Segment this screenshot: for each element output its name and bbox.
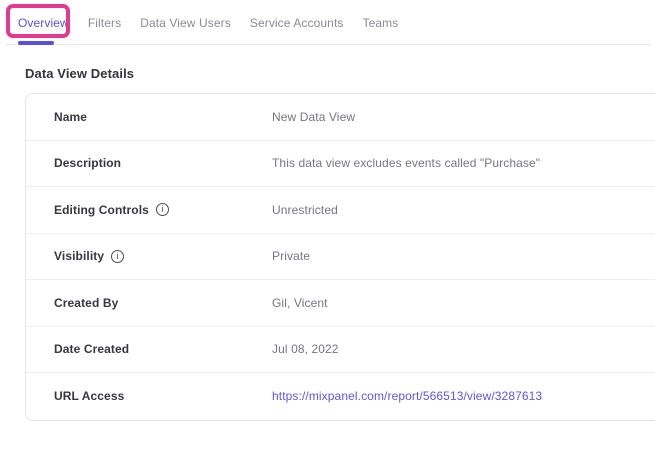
detail-row-name: Name New Data View	[26, 94, 655, 141]
info-icon[interactable]: i	[156, 203, 169, 216]
data-view-settings-page: Overview Filters Data View Users Service…	[0, 0, 655, 421]
tab-data-view-users[interactable]: Data View Users	[140, 16, 231, 30]
detail-label-name: Name	[54, 110, 272, 124]
tab-service-accounts[interactable]: Service Accounts	[250, 16, 344, 30]
detail-label-description: Description	[54, 156, 272, 170]
detail-value-description: This data view excludes events called "P…	[272, 156, 540, 170]
detail-label-text: URL Access	[54, 389, 124, 403]
detail-label-text: Editing Controls	[54, 203, 149, 217]
detail-label-text: Description	[54, 156, 121, 170]
info-icon-glyph: i	[161, 205, 163, 214]
detail-label-text: Visibility	[54, 249, 104, 263]
detail-row-editing-controls: Editing Controls i Unrestricted	[26, 187, 655, 234]
detail-row-description: Description This data view excludes even…	[26, 141, 655, 188]
data-view-details-card: Name New Data View Description This data…	[25, 93, 655, 421]
detail-row-created-by: Created By Gil, Vicent	[26, 280, 655, 327]
detail-row-date-created: Date Created Jul 08, 2022	[26, 327, 655, 374]
tab-overview[interactable]: Overview	[18, 16, 69, 30]
detail-label-visibility: Visibility i	[54, 249, 272, 263]
detail-label-url-access: URL Access	[54, 389, 272, 403]
detail-label-text: Name	[54, 110, 87, 124]
detail-value-editing-controls: Unrestricted	[272, 203, 338, 217]
tab-bar-divider	[6, 44, 651, 45]
tab-filters[interactable]: Filters	[88, 16, 121, 30]
detail-label-date-created: Date Created	[54, 342, 272, 356]
tab-bar: Overview Filters Data View Users Service…	[0, 0, 655, 45]
detail-value-date-created: Jul 08, 2022	[272, 342, 339, 356]
url-access-link[interactable]: https://mixpanel.com/report/566513/view/…	[272, 389, 542, 403]
section-title: Data View Details	[25, 66, 655, 81]
detail-row-visibility: Visibility i Private	[26, 234, 655, 281]
tab-teams[interactable]: Teams	[363, 16, 399, 30]
detail-value-created-by: Gil, Vicent	[272, 296, 328, 310]
info-icon[interactable]: i	[111, 250, 124, 263]
detail-value-name: New Data View	[272, 110, 355, 124]
detail-value-visibility: Private	[272, 249, 310, 263]
detail-label-editing-controls: Editing Controls i	[54, 203, 272, 217]
detail-label-text: Date Created	[54, 342, 129, 356]
detail-label-text: Created By	[54, 296, 118, 310]
detail-label-created-by: Created By	[54, 296, 272, 310]
info-icon-glyph: i	[117, 252, 119, 261]
detail-row-url-access: URL Access https://mixpanel.com/report/5…	[26, 373, 655, 420]
active-tab-indicator	[18, 41, 54, 45]
